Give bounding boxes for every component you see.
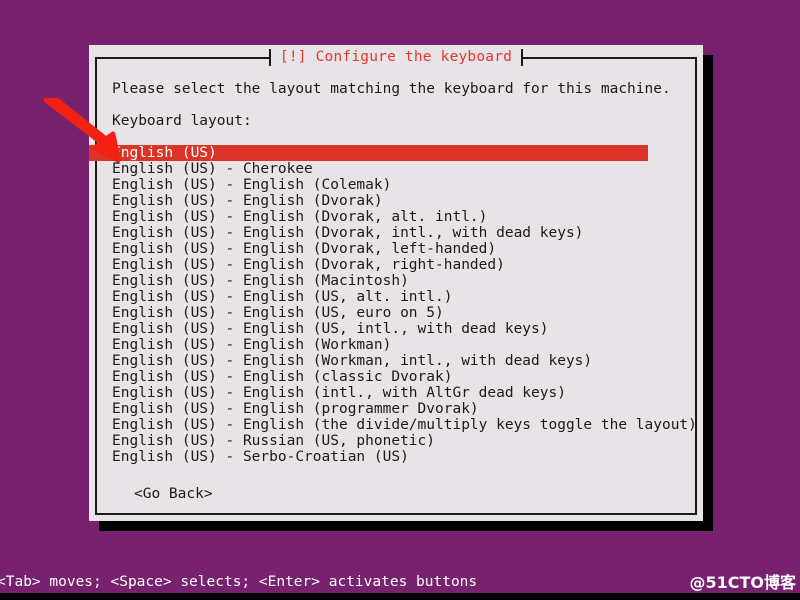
layout-list-item[interactable]: English (US) - Russian (US, phonetic) — [89, 433, 703, 449]
layout-list-item[interactable]: English (US) - English (Macintosh) — [89, 273, 703, 289]
layout-list-item[interactable]: English (US) - English (Dvorak, intl., w… — [89, 225, 703, 241]
layout-list-item[interactable]: English (US) - English (Dvorak, left-han… — [89, 241, 703, 257]
layout-list-item[interactable]: English (US) - English (Workman) — [89, 337, 703, 353]
dialog-content: Please select the layout matching the ke… — [89, 45, 703, 521]
bottom-black-strip — [0, 593, 800, 600]
keyboard-layout-list[interactable]: English (US) English (US) - Cherokee Engli… — [89, 145, 703, 465]
layout-list-item[interactable]: English (US) - English (Colemak) — [89, 177, 703, 193]
layout-list-item[interactable]: English (US) - English (US, euro on 5) — [89, 305, 703, 321]
watermark-label: @51CTO博客 — [689, 572, 796, 592]
layout-list-item[interactable]: English (US) - English (Dvorak, right-ha… — [89, 257, 703, 273]
layout-list-item[interactable]: English (US) - English (US, intl., with … — [89, 321, 703, 337]
prompt-text: Please select the layout matching the ke… — [112, 81, 671, 97]
layout-list-item[interactable]: English (US) - English (the divide/multi… — [89, 417, 703, 433]
layout-list-item[interactable]: English (US) - English (Workman, intl., … — [89, 353, 703, 369]
layout-list-item[interactable]: English (US) - Cherokee — [89, 161, 703, 177]
layout-list-item[interactable]: English (US) - English (programmer Dvora… — [89, 401, 703, 417]
layout-list-item[interactable]: English (US) - English (US, alt. intl.) — [89, 289, 703, 305]
layout-list-item[interactable]: English (US) - English (Dvorak) — [89, 193, 703, 209]
layout-list-item[interactable]: English (US) — [89, 145, 648, 161]
keyboard-layout-label: Keyboard layout: — [112, 113, 252, 129]
layout-list-item[interactable]: English (US) - English (classic Dvorak) — [89, 369, 703, 385]
installer-screen: [!] Configure the keyboard Please select… — [0, 0, 800, 600]
layout-list-item[interactable]: English (US) - English (Dvorak, alt. int… — [89, 209, 703, 225]
status-help-text: <Tab> moves; <Space> selects; <Enter> ac… — [0, 574, 478, 591]
configure-keyboard-dialog: [!] Configure the keyboard Please select… — [89, 45, 703, 521]
layout-list-item[interactable]: English (US) - English (intl., with AltG… — [89, 385, 703, 401]
go-back-button[interactable]: <Go Back> — [134, 487, 213, 502]
layout-list-item[interactable]: English (US) - Serbo-Croatian (US) — [89, 449, 703, 465]
status-bar: <Tab> moves; <Space> selects; <Enter> ac… — [0, 572, 800, 593]
